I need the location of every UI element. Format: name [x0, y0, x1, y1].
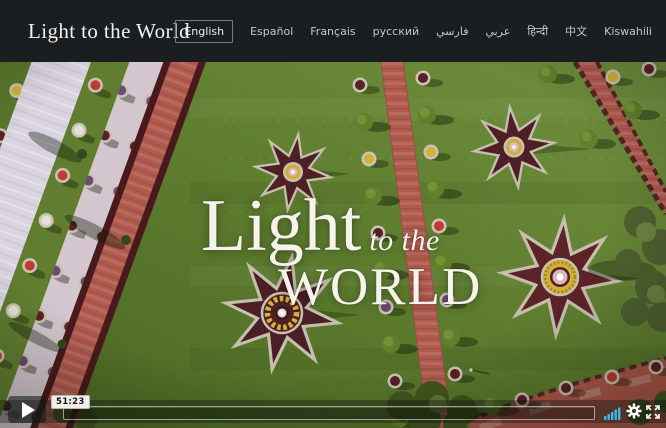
- lang-farsi[interactable]: فارسي: [436, 25, 468, 38]
- volume-bars-icon[interactable]: [604, 405, 622, 424]
- page: Light to the World English Español Franç…: [0, 0, 666, 428]
- lang-russian[interactable]: русский: [373, 25, 420, 38]
- site-title: Light to the World: [28, 19, 190, 44]
- lang-hindi[interactable]: हिन्दी: [527, 24, 548, 39]
- lang-kiswahili[interactable]: Kiswahili: [604, 25, 652, 38]
- lang-espanol[interactable]: Español: [250, 25, 293, 38]
- lang-chinese[interactable]: 中文: [565, 23, 587, 39]
- time-tooltip: 51:23: [51, 395, 90, 409]
- lang-english[interactable]: English: [175, 20, 233, 43]
- video-player[interactable]: [0, 62, 666, 428]
- lang-arabic[interactable]: عربي: [485, 25, 510, 38]
- progress-bar[interactable]: [63, 406, 595, 420]
- lang-francais[interactable]: Français: [310, 25, 355, 38]
- settings-gear-icon[interactable]: [626, 403, 642, 423]
- fullscreen-icon[interactable]: [646, 404, 660, 423]
- language-nav: English Español Français русский فارسي ع…: [175, 0, 658, 62]
- play-icon: [22, 402, 35, 418]
- garden-aerial-still: [0, 62, 666, 428]
- site-header: Light to the World English Español Franç…: [0, 0, 666, 62]
- play-button[interactable]: [8, 396, 46, 423]
- vignette: [0, 62, 666, 428]
